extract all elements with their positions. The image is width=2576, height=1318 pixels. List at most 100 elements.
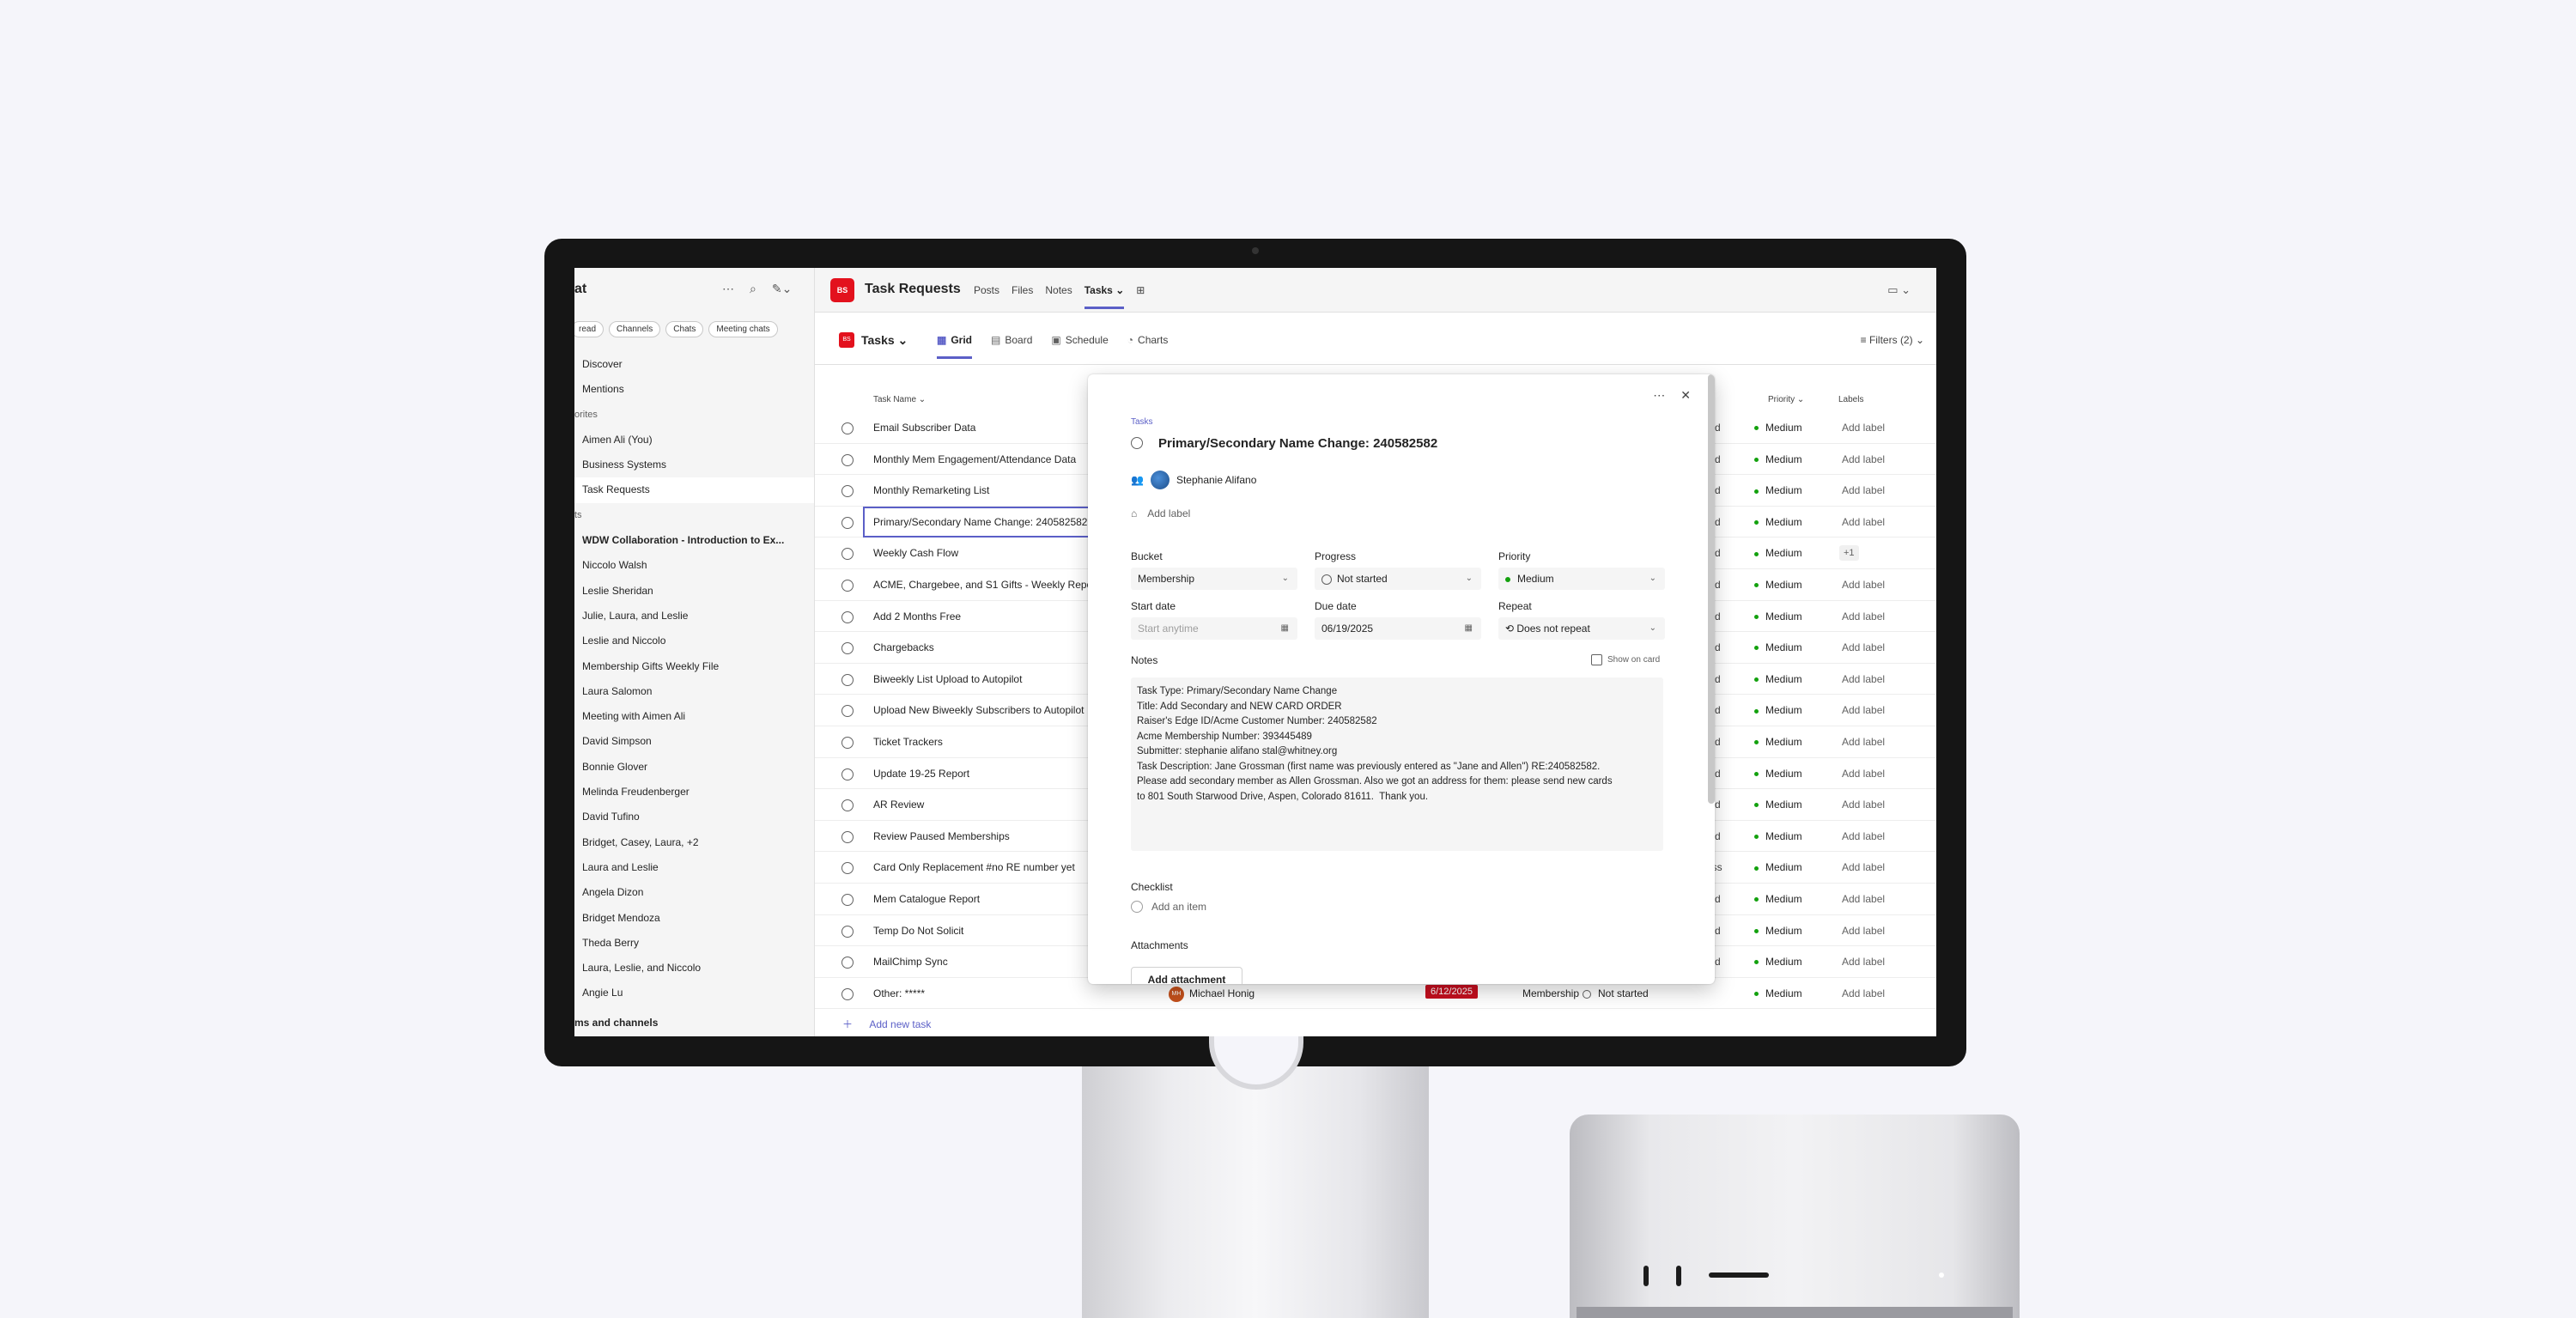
complete-task-checkbox[interactable] xyxy=(841,516,854,529)
task-name-cell[interactable]: Update 19-25 Report xyxy=(863,758,1095,789)
tab-posts[interactable]: Posts xyxy=(974,284,999,309)
chat-list-item[interactable]: Bridget Mendoza xyxy=(574,906,814,931)
priority-cell[interactable]: Medium xyxy=(1754,789,1802,820)
chat-list-item[interactable]: Discover xyxy=(574,352,814,377)
complete-task-checkbox[interactable] xyxy=(841,768,854,780)
label-cell[interactable]: Add label xyxy=(1842,475,1885,506)
task-name-cell[interactable]: Card Only Replacement #no RE number yet xyxy=(863,852,1095,883)
meet-icon[interactable]: ▭ ⌄ xyxy=(1887,283,1911,297)
repeat-select[interactable]: ⟲ Does not repeat ⌄ xyxy=(1498,617,1665,640)
teams-and-channels-header[interactable]: ms and channels xyxy=(574,1017,658,1029)
add-attachment-button[interactable]: Add attachment xyxy=(1131,967,1242,984)
priority-cell[interactable]: Medium xyxy=(1754,632,1802,663)
chat-list-item[interactable]: Business Systems xyxy=(574,452,814,477)
filter-chip[interactable]: Chats xyxy=(665,321,704,337)
label-cell[interactable]: Add label xyxy=(1842,884,1885,914)
chat-list-item[interactable]: Bridget, Casey, Laura, +2 xyxy=(574,830,814,855)
chat-list-item[interactable]: Task Requests xyxy=(574,477,814,503)
label-cell[interactable]: Add label xyxy=(1842,569,1885,600)
label-cell[interactable]: Add label xyxy=(1842,915,1885,946)
chat-list-item[interactable]: Bonnie Glover xyxy=(574,755,814,780)
chat-section-header[interactable]: orites xyxy=(574,403,814,428)
label-cell[interactable]: Add label xyxy=(1842,946,1885,977)
label-cell[interactable]: Add label xyxy=(1842,789,1885,820)
priority-cell[interactable]: Medium xyxy=(1754,758,1802,789)
filter-chip[interactable]: Channels xyxy=(609,321,661,337)
bucket-select[interactable]: Membership ⌄ xyxy=(1131,568,1297,590)
priority-cell[interactable]: Medium xyxy=(1754,538,1802,568)
priority-cell[interactable]: Medium xyxy=(1754,569,1802,600)
chat-list-item[interactable]: Meeting with Aimen Ali xyxy=(574,704,814,729)
chat-list-item[interactable]: WDW Collaboration - Introduction to Ex..… xyxy=(574,528,814,553)
priority-cell[interactable]: Medium xyxy=(1754,915,1802,946)
task-name-cell[interactable]: Add 2 Months Free xyxy=(863,601,1095,632)
col-priority[interactable]: Priority ⌄ xyxy=(1768,395,1804,404)
priority-cell[interactable]: Medium xyxy=(1754,507,1802,538)
progress-select[interactable]: Not started ⌄ xyxy=(1315,568,1481,590)
label-cell[interactable]: +1 xyxy=(1839,545,1859,562)
complete-task-checkbox[interactable] xyxy=(841,957,854,969)
priority-cell[interactable]: Medium xyxy=(1754,978,1802,1009)
dialog-breadcrumb[interactable]: Tasks xyxy=(1131,417,1153,427)
filters-button[interactable]: ≡ Filters (2) ⌄ xyxy=(1861,334,1924,346)
priority-cell[interactable]: Medium xyxy=(1754,726,1802,757)
show-on-card-checkbox[interactable]: Show on card xyxy=(1591,654,1660,665)
filter-chip[interactable]: read xyxy=(574,321,605,337)
priority-cell[interactable]: Medium xyxy=(1754,475,1802,506)
due-date-picker[interactable]: 06/19/2025 ▦ xyxy=(1315,617,1481,640)
label-cell[interactable]: Add label xyxy=(1842,726,1885,757)
chat-list-item[interactable]: Laura and Leslie xyxy=(574,855,814,880)
add-label-button[interactable]: ⌂ Add label xyxy=(1131,507,1190,519)
complete-task-checkbox[interactable] xyxy=(841,862,854,875)
assignee-row[interactable]: 👥 Stephanie Alifano xyxy=(1131,471,1256,489)
chat-list-item[interactable]: Laura Salomon xyxy=(574,679,814,704)
complete-task-checkbox[interactable] xyxy=(841,610,854,623)
task-name-cell[interactable]: Chargebacks xyxy=(863,632,1095,663)
tab-notes[interactable]: Notes xyxy=(1045,284,1072,309)
task-name-cell[interactable]: MailChimp Sync xyxy=(863,946,1095,977)
due-date-cell[interactable]: 6/12/2025 xyxy=(1425,984,1478,999)
complete-task-checkbox[interactable] xyxy=(841,453,854,466)
label-cell[interactable]: Add label xyxy=(1842,507,1885,538)
assign-icon[interactable]: 👥 xyxy=(1131,474,1144,486)
label-cell[interactable]: Add label xyxy=(1842,412,1885,443)
col-labels[interactable]: Labels xyxy=(1838,395,1863,404)
task-name-cell[interactable]: ACME, Chargebee, and S1 Gifts - Weekly R… xyxy=(863,569,1095,600)
search-icon[interactable]: ⌕ xyxy=(750,282,756,296)
complete-task-checkbox[interactable] xyxy=(841,422,854,434)
task-name-cell[interactable]: Upload New Biweekly Subscribers to Autop… xyxy=(863,695,1095,726)
label-cell[interactable]: Add label xyxy=(1842,821,1885,852)
label-cell[interactable]: Add label xyxy=(1842,601,1885,632)
label-cell[interactable]: Add label xyxy=(1842,444,1885,475)
priority-cell[interactable]: Medium xyxy=(1754,821,1802,852)
view-schedule[interactable]: ▣ Schedule xyxy=(1051,334,1108,359)
chat-list-item[interactable]: Laura, Leslie, and Niccolo xyxy=(574,956,814,981)
label-cell[interactable]: Add label xyxy=(1842,632,1885,663)
priority-cell[interactable]: Medium xyxy=(1754,664,1802,695)
more-icon[interactable]: ⋯ xyxy=(722,282,734,296)
complete-task-checkbox[interactable] xyxy=(841,925,854,938)
priority-cell[interactable]: Medium xyxy=(1754,695,1802,726)
priority-cell[interactable]: Medium xyxy=(1754,412,1802,443)
chat-list-item[interactable]: Angie Lu xyxy=(574,981,814,1005)
add-tab-icon[interactable]: ⊞ xyxy=(1136,284,1145,309)
complete-task-checkbox[interactable] xyxy=(841,579,854,592)
compose-icon[interactable]: ✎⌄ xyxy=(772,282,792,296)
complete-task-checkbox[interactable] xyxy=(841,799,854,812)
chat-list-item[interactable]: Mentions xyxy=(574,377,814,402)
add-checklist-item[interactable]: Add an item xyxy=(1131,901,1206,913)
label-cell[interactable]: Add label xyxy=(1842,852,1885,883)
task-name-cell[interactable]: AR Review xyxy=(863,789,1095,820)
chat-list-item[interactable]: David Tufino xyxy=(574,805,814,829)
chat-list-item[interactable]: Leslie Sheridan xyxy=(574,579,814,604)
priority-select[interactable]: Medium ⌄ xyxy=(1498,568,1665,590)
task-title[interactable]: Primary/Secondary Name Change: 240582582 xyxy=(1158,436,1437,451)
chat-list-item[interactable]: Julie, Laura, and Leslie xyxy=(574,604,814,629)
tab-tasks[interactable]: Tasks ⌄ xyxy=(1084,284,1125,309)
tab-files[interactable]: Files xyxy=(1012,284,1033,309)
complete-task-checkbox[interactable] xyxy=(841,485,854,498)
complete-task-checkbox[interactable] xyxy=(841,642,854,655)
view-grid[interactable]: ▦ Grid xyxy=(937,334,973,359)
chat-list-item[interactable]: Melinda Freudenberger xyxy=(574,780,814,805)
chat-list-item[interactable]: David Simpson xyxy=(574,729,814,754)
